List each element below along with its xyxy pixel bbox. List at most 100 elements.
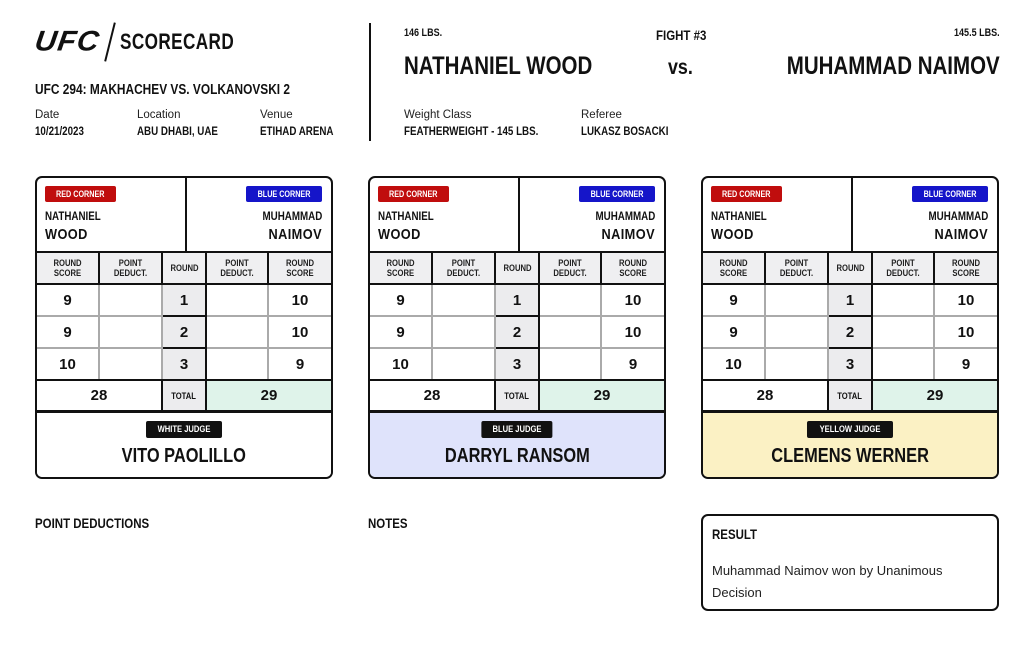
score-table: ROUND SCORE POINT DEDUCT. ROUND POINT DE… — [370, 253, 664, 412]
red-weight: 146 LBS. — [404, 27, 443, 39]
red-corner-badge: RED CORNER — [378, 186, 449, 202]
red-point-deduct — [432, 316, 496, 349]
judge-badge: YELLOW JUDGE — [806, 421, 894, 438]
col-round: ROUND — [162, 253, 207, 285]
red-point-deduct — [765, 348, 829, 381]
score-table-header: ROUND SCORE POINT DEDUCT. ROUND POINT DE… — [703, 253, 997, 285]
red-last-name: WOOD — [45, 226, 88, 243]
score-table-header: ROUND SCORE POINT DEDUCT. ROUND POINT DE… — [370, 253, 664, 285]
red-point-deduct — [432, 348, 496, 381]
round-row: 9 1 10 — [370, 284, 664, 317]
result-text: Muhammad Naimov won by Unanimous Decisio… — [712, 563, 943, 600]
total-label: TOTAL — [162, 380, 207, 412]
col-blue-point-deduct: POINT DEDUCT. — [872, 253, 935, 285]
location-label: Location — [137, 109, 181, 121]
round-row: 9 2 10 — [703, 316, 997, 349]
red-round-score: 9 — [37, 284, 100, 317]
blue-round-score: 10 — [934, 316, 997, 349]
ufc-scorecard-logo: UFC SCORECARD — [33, 22, 266, 62]
blue-round-score: 9 — [268, 348, 331, 381]
red-round-score: 9 — [370, 316, 433, 349]
blue-corner-badge: BLUE CORNER — [245, 186, 322, 202]
result-box: RESULT Muhammad Naimov won by Unanimous … — [701, 514, 999, 611]
total-label: TOTAL — [495, 380, 540, 412]
col-blue-round-score: ROUND SCORE — [268, 253, 331, 285]
blue-round-score: 9 — [934, 348, 997, 381]
red-first-name: NATHANIEL — [45, 211, 101, 223]
round-number: 1 — [494, 284, 540, 317]
round-row: 10 3 9 — [370, 348, 664, 381]
round-number: 3 — [494, 348, 540, 381]
round-number: 3 — [161, 348, 207, 381]
red-corner-badge: RED CORNER — [711, 186, 782, 202]
date-value: 10/21/2023 — [35, 126, 84, 138]
round-row: 10 3 9 — [37, 348, 331, 381]
col-blue-point-deduct: POINT DEDUCT. — [206, 253, 269, 285]
blue-weight: 145.5 LBS. — [954, 27, 1000, 39]
venue-value: ETIHAD ARENA — [260, 126, 334, 138]
notes-title: NOTES — [368, 515, 408, 531]
event-title: UFC 294: MAKHACHEV VS. VOLKANOVSKI 2 — [35, 82, 291, 98]
red-round-score: 10 — [37, 348, 100, 381]
col-red-round-score: ROUND SCORE — [37, 253, 100, 285]
total-row: 28 TOTAL 29 — [37, 380, 331, 412]
referee-value: LUKASZ BOSACKI — [581, 126, 669, 138]
red-round-score: 10 — [370, 348, 433, 381]
col-round: ROUND — [495, 253, 540, 285]
fight-number: FIGHT #3 — [656, 27, 707, 43]
corner-divider — [851, 178, 853, 253]
scorecard-blue-judge: RED CORNER BLUE CORNER NATHANIEL WOOD MU… — [368, 176, 666, 479]
score-table: ROUND SCORE POINT DEDUCT. ROUND POINT DE… — [703, 253, 997, 412]
blue-round-score: 10 — [268, 316, 331, 349]
blue-round-score: 10 — [601, 284, 664, 317]
total-row: 28 TOTAL 29 — [703, 380, 997, 412]
round-number: 3 — [827, 348, 873, 381]
blue-first-name: MUHAMMAD — [262, 211, 322, 223]
judge-name: DARRYL RANSOM — [444, 445, 590, 467]
blue-point-deduct — [206, 348, 269, 381]
blue-corner-badge: BLUE CORNER — [578, 186, 655, 202]
blue-total: 29 — [872, 380, 997, 412]
blue-round-score: 9 — [601, 348, 664, 381]
red-last-name: WOOD — [711, 226, 754, 243]
judge-name: CLEMENS WERNER — [771, 445, 929, 467]
red-point-deduct — [765, 284, 829, 317]
col-red-point-deduct: POINT DEDUCT. — [432, 253, 496, 285]
col-round: ROUND — [828, 253, 873, 285]
location-value: ABU DHABI, UAE — [137, 126, 218, 138]
judge-name: VITO PAOLILLO — [121, 445, 247, 467]
blue-fighter-name: MUHAMMAD NAIMOV — [787, 52, 1000, 80]
round-row: 9 2 10 — [370, 316, 664, 349]
round-number: 1 — [827, 284, 873, 317]
round-row: 9 1 10 — [37, 284, 331, 317]
judge-section: WHITE JUDGE VITO PAOLILLO — [37, 411, 331, 477]
blue-point-deduct — [539, 348, 602, 381]
red-round-score: 9 — [37, 316, 100, 349]
round-row: 9 1 10 — [703, 284, 997, 317]
blue-last-name: NAIMOV — [934, 226, 988, 243]
corner-header: RED CORNER BLUE CORNER NATHANIEL WOOD MU… — [370, 178, 664, 253]
blue-point-deduct — [872, 284, 935, 317]
blue-point-deduct — [206, 316, 269, 349]
red-total: 28 — [37, 380, 163, 412]
blue-point-deduct — [872, 348, 935, 381]
blue-point-deduct — [539, 316, 602, 349]
judge-badge: BLUE JUDGE — [481, 421, 553, 438]
blue-round-score: 10 — [934, 284, 997, 317]
scorecard-white-judge: RED CORNER BLUE CORNER NATHANIEL WOOD MU… — [35, 176, 333, 479]
weight-class-label: Weight Class — [404, 109, 472, 121]
score-table-header: ROUND SCORE POINT DEDUCT. ROUND POINT DE… — [37, 253, 331, 285]
col-blue-point-deduct: POINT DEDUCT. — [539, 253, 602, 285]
header-divider — [369, 23, 371, 141]
logo-divider — [103, 22, 116, 62]
result-title: RESULT — [712, 526, 758, 542]
blue-total: 29 — [206, 380, 331, 412]
red-first-name: NATHANIEL — [711, 211, 767, 223]
venue-label: Venue — [260, 109, 293, 121]
red-last-name: WOOD — [378, 226, 421, 243]
scorecard-yellow-judge: RED CORNER BLUE CORNER NATHANIEL WOOD MU… — [701, 176, 999, 479]
red-first-name: NATHANIEL — [378, 211, 434, 223]
corner-header: RED CORNER BLUE CORNER NATHANIEL WOOD MU… — [37, 178, 331, 253]
col-blue-round-score: ROUND SCORE — [601, 253, 664, 285]
blue-last-name: NAIMOV — [601, 226, 655, 243]
